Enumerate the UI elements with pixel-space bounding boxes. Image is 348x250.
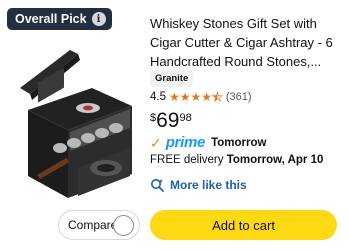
rating-value: 4.5 [150,91,166,103]
product-image[interactable] [8,48,140,208]
product-details: Whiskey Stones Gift Set with Cigar Cutte… [150,0,342,250]
prime-delivery: Tomorrow [211,136,267,149]
more-like-this-label: More like this [170,178,247,192]
delivery-info: FREE delivery Tomorrow, Apr 10 [150,154,323,166]
prime-row: ✓ prime Tomorrow [150,134,266,151]
review-count[interactable]: (361) [226,91,252,103]
badge-label: Overall Pick [15,12,87,26]
search-sparkle-icon [151,179,164,192]
prime-check-icon: ✓ [150,134,162,151]
delivery-date: Tomorrow, Apr 10 [226,154,324,166]
star-icon: ★ [169,90,180,104]
delivery-prefix: FREE delivery [150,154,227,166]
star-icon: ★ [190,90,202,104]
rating-row[interactable]: 4.5 ★ ★ ★ ★ ★ (361) [150,90,252,104]
overall-pick-badge: Overall Pick i [7,8,112,30]
product-image-column: Overall Pick i Compare [0,0,145,250]
compare-button[interactable]: Compare [58,210,140,240]
product-card[interactable]: Overall Pick i Compare Whiskey Stones Gi… [0,0,348,250]
price: $ 69 98 [150,109,192,133]
product-title[interactable]: Whiskey Stones Gift Set with Cigar Cutte… [150,14,340,71]
star-rating: ★ ★ ★ ★ ★ [169,90,223,104]
compare-label: Compare [68,218,118,232]
more-like-this-link[interactable]: More like this [150,178,247,192]
price-whole: 69 [156,109,180,132]
prime-logo: prime [165,134,206,151]
info-icon[interactable]: i [91,12,106,26]
star-icon: ★ [179,90,191,104]
variant-badge: Granite [150,70,194,87]
add-to-cart-button[interactable]: Add to cart [150,210,337,240]
compare-checkbox[interactable] [113,215,134,236]
price-fraction: 98 [179,112,192,124]
half-star-icon: ★ [212,90,223,104]
star-icon: ★ [201,90,213,104]
